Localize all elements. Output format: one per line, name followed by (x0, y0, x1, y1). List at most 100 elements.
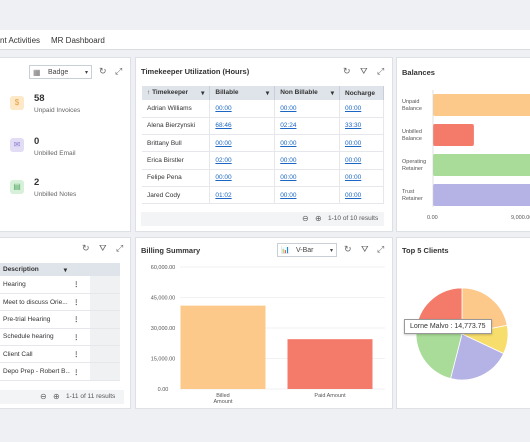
balance-bar[interactable] (433, 124, 474, 146)
refresh-icon[interactable]: ↻ (344, 245, 352, 254)
filter-icon[interactable]: ⛛ (361, 245, 369, 254)
balances-tick-label: 0.00 (427, 215, 438, 221)
timekeeper-table: ↑ Timekeeper ▾ Billable ▾ Non Billable ▾… (142, 86, 384, 205)
mail-icon: ✉ (10, 138, 24, 152)
time-link[interactable]: 00:00 (339, 134, 384, 153)
description-pager-text: 1-11 of 11 results (66, 393, 116, 400)
grid-icon: ▦ (33, 68, 41, 77)
time-link[interactable]: 00:00 (339, 100, 384, 118)
next-page-icon[interactable]: ⊕ (315, 214, 322, 223)
next-page-icon[interactable]: ⊕ (53, 392, 60, 401)
time-link[interactable]: 00:00 (209, 169, 276, 187)
description-cell: Schedule hearing (0, 328, 70, 347)
balances-tick-label: 9,000.00 (511, 215, 530, 221)
unpaid-invoices-label: Unpaid Invoices (34, 107, 81, 114)
time-link[interactable]: 00:00 (339, 186, 384, 205)
prev-page-icon[interactable]: ⊖ (40, 392, 47, 401)
balance-bar[interactable] (433, 94, 530, 116)
billing-title: Billing Summary (141, 246, 201, 255)
dollar-icon: $ (10, 96, 24, 110)
column-header-billable[interactable]: Billable ▾ (209, 86, 276, 100)
refresh-icon[interactable]: ↻ (82, 244, 90, 253)
description-table: Description ▾ Hearing ⋮ Meet to discuss Or… (0, 263, 120, 381)
filter-icon[interactable]: ⛛ (99, 244, 107, 253)
description-cell: Meet to discuss Orie... (0, 293, 70, 312)
unbilled-email-count: 0 (34, 136, 40, 147)
time-link[interactable]: 68:46 (209, 117, 276, 136)
column-header-non-billable[interactable]: Non Billable ▾ (274, 86, 340, 100)
time-link[interactable]: 00:00 (274, 134, 340, 153)
timekeeper-name-cell: Felipe Pena (142, 169, 211, 187)
time-link[interactable]: 00:00 (339, 169, 384, 187)
table-row[interactable]: Jared Cody 01:02 00:00 00:00 (142, 186, 384, 205)
table-row[interactable]: Adrian Williams 00:00 00:00 00:00 (142, 100, 384, 118)
timekeeper-name-cell: Jared Cody (142, 186, 211, 205)
billing-y-tick: 60,000.00 (151, 265, 175, 271)
chart-type-dropdown[interactable]: 📊 V-Bar ▾ (277, 243, 337, 257)
list-item[interactable]: Client Call ⋮ (0, 345, 120, 364)
tab-mr-dashboard[interactable]: MR Dashboard (51, 36, 105, 45)
list-item[interactable]: Meet to discuss Orie... ⋮ (0, 293, 120, 312)
column-header-nocharge[interactable]: Nocharge (339, 86, 384, 100)
chevron-down-icon: ▾ (329, 248, 333, 254)
time-link[interactable]: 01:02 (209, 186, 276, 205)
billing-x-label: Billed Amount (214, 393, 233, 405)
time-link[interactable]: 02:00 (209, 151, 276, 170)
time-link[interactable]: 00:00 (209, 100, 276, 118)
time-link[interactable]: 00:00 (274, 186, 340, 205)
tab-activities[interactable]: nt Activities (0, 36, 40, 45)
billing-y-tick: 45,000.00 (151, 296, 175, 302)
more-icon[interactable]: ⋮ (70, 345, 90, 364)
balance-category-label: Unbilled Balance (402, 129, 422, 142)
description-cell: Client Call (0, 345, 70, 364)
time-link[interactable]: 00:00 (274, 151, 340, 170)
more-icon[interactable]: ⋮ (70, 276, 90, 294)
time-link[interactable]: 02:24 (274, 117, 340, 136)
column-header-description[interactable]: Description ▾ (0, 263, 70, 276)
prev-page-icon[interactable]: ⊖ (302, 214, 309, 223)
table-row[interactable]: Brittany Bull 00:00 00:00 00:00 (142, 134, 384, 153)
description-cell: Hearing (0, 276, 70, 294)
timekeeper-name-cell: Adrian Williams (142, 100, 211, 118)
description-cell: Depo Prep - Robert B... (0, 362, 70, 381)
timekeeper-title: Timekeeper Utilization (Hours) (141, 67, 250, 76)
billing-bar[interactable] (180, 305, 266, 389)
filter-icon[interactable]: ⛛ (360, 67, 368, 76)
unbilled-notes-count: 2 (34, 177, 40, 188)
more-icon[interactable]: ⋮ (70, 293, 90, 312)
billing-bar[interactable] (287, 339, 373, 389)
time-link[interactable]: 33:30 (339, 117, 384, 136)
expand-icon[interactable]: ⤢ (377, 67, 384, 76)
table-row[interactable]: Alena Bierzynski 68:46 02:24 33:30 (142, 117, 384, 136)
balances-chart: Unpaid Balance Unbilled Balance Operating Ret… (402, 90, 530, 221)
billing-y-tick: 30,000.00 (151, 326, 175, 332)
expand-icon[interactable]: ⤢ (377, 245, 384, 254)
table-row[interactable]: Felipe Pena 00:00 00:00 00:00 (142, 169, 384, 187)
time-link[interactable]: 00:00 (339, 151, 384, 170)
column-header-timekeeper[interactable]: ↑ Timekeeper ▾ (142, 86, 211, 100)
expand-icon[interactable]: ⤢ (115, 67, 122, 76)
chevron-down-icon: ▾ (84, 70, 88, 76)
more-icon[interactable]: ⋮ (70, 362, 90, 381)
timekeeper-name-cell: Alena Bierzynski (142, 117, 211, 136)
balance-bar[interactable] (433, 184, 530, 206)
badge-dropdown[interactable]: ▦ Badge ▾ (29, 65, 92, 79)
refresh-icon[interactable]: ↻ (99, 67, 107, 76)
list-item[interactable]: Depo Prep - Robert B... ⋮ (0, 362, 120, 381)
more-icon[interactable]: ⋮ (70, 328, 90, 347)
refresh-icon[interactable]: ↻ (343, 67, 351, 76)
balance-bar[interactable] (433, 154, 530, 176)
balance-category-label: Unpaid Balance (402, 99, 422, 112)
pie-tooltip: Lorne Malvo : 14,773.75 (404, 319, 492, 334)
time-link[interactable]: 00:00 (274, 169, 340, 187)
table-row[interactable]: Erica Birstler 02:00 00:00 00:00 (142, 151, 384, 170)
timekeeper-pager-text: 1-10 of 10 results (328, 215, 379, 222)
expand-icon[interactable]: ⤢ (116, 244, 123, 253)
time-link[interactable]: 00:00 (209, 134, 276, 153)
list-item[interactable]: Hearing ⋮ (0, 276, 120, 294)
list-item[interactable]: Schedule hearing ⋮ (0, 328, 120, 347)
time-link[interactable]: 00:00 (274, 100, 340, 118)
list-item[interactable]: Pre-trial Hearing ⋮ (0, 310, 120, 329)
more-icon[interactable]: ⋮ (70, 310, 90, 329)
billing-y-tick: 0.00 (158, 387, 169, 393)
